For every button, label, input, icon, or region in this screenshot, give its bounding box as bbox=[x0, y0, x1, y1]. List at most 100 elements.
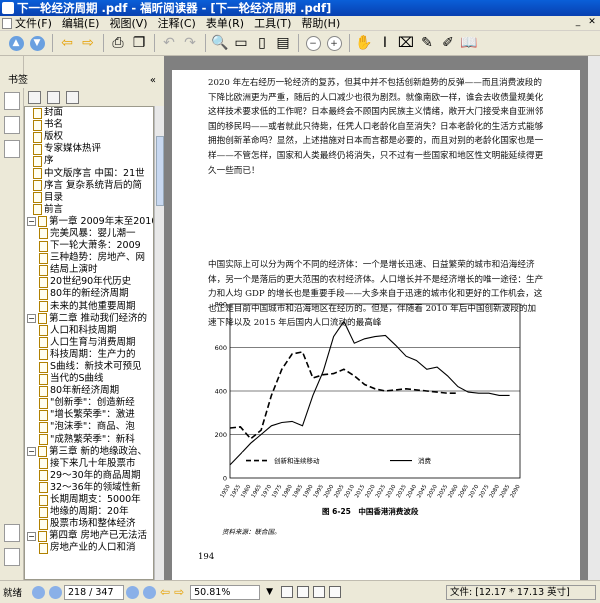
zoom-field[interactable]: 50.81% bbox=[190, 584, 261, 600]
menu-comment[interactable]: 注释(C) bbox=[158, 15, 196, 31]
document-scrollbar[interactable] bbox=[588, 56, 600, 580]
bookmark-item[interactable]: 未来的其他重要周期 bbox=[25, 301, 153, 313]
expand-bookmark-icon[interactable] bbox=[66, 90, 79, 104]
bookmark-item[interactable]: 科技周期：生产力的 bbox=[25, 349, 153, 361]
bookmark-label: S曲线：新技术可预见 bbox=[50, 361, 142, 373]
print-button[interactable]: ⎙ bbox=[108, 33, 128, 53]
fit-width-button[interactable]: ▯ bbox=[252, 33, 272, 53]
bookmark-item[interactable]: 房地产业的人口和消 bbox=[25, 542, 153, 554]
bookmark-item[interactable]: 目录 bbox=[25, 192, 153, 204]
comments-icon[interactable] bbox=[4, 548, 20, 566]
menu-view[interactable]: 视图(V) bbox=[109, 15, 147, 31]
page-number-field[interactable]: 218 / 347 bbox=[64, 584, 125, 600]
undo-button[interactable]: ↶ bbox=[159, 33, 179, 53]
bookmark-label: 前言 bbox=[44, 203, 64, 215]
scrollbar-thumb[interactable] bbox=[156, 136, 164, 206]
bookmark-item[interactable]: "增长繁荣季"：激进 bbox=[25, 409, 153, 421]
prev-page-button[interactable] bbox=[49, 585, 63, 599]
bookmark-item[interactable]: 80年新经济周期 bbox=[25, 385, 153, 397]
typewriter-button[interactable]: ✎ bbox=[417, 33, 437, 53]
bookmark-item[interactable]: S曲线：新技术可预见 bbox=[25, 361, 153, 373]
bookmark-item[interactable]: 接下来几十年股票市 bbox=[25, 458, 153, 470]
collapse-toggle-icon[interactable]: − bbox=[27, 314, 36, 324]
bookmark-item[interactable]: 32～36年的领域性新 bbox=[25, 482, 153, 494]
bookmark-item[interactable]: "创新季"：创造新经 bbox=[25, 397, 153, 409]
bookmark-item[interactable]: 前言 bbox=[25, 204, 153, 216]
forward-button[interactable]: ⇨ bbox=[78, 33, 98, 53]
continuous-icon[interactable] bbox=[297, 586, 310, 598]
bookmark-item[interactable]: − 第一章 2009年末至2010 bbox=[25, 216, 153, 228]
bookmark-item[interactable]: 完美风暴：婴儿潮一 bbox=[25, 228, 153, 240]
zoom-out-button[interactable]: − bbox=[303, 33, 323, 53]
forward-view-icon[interactable]: ⇨ bbox=[174, 585, 184, 599]
bookmark-item[interactable]: 书名 bbox=[25, 119, 153, 131]
snapshot-button[interactable]: ⌧ bbox=[396, 33, 416, 53]
bookmark-item[interactable]: − 第四章 房地产已无法活 bbox=[25, 530, 153, 542]
bookmark-item[interactable]: 长期周期支：5000年 bbox=[25, 494, 153, 506]
continuous-facing-icon[interactable] bbox=[329, 586, 342, 598]
menu-tools[interactable]: 工具(T) bbox=[254, 15, 291, 31]
collapse-toggle-icon[interactable]: − bbox=[27, 447, 36, 457]
menu-form[interactable]: 表单(R) bbox=[206, 15, 244, 31]
bookmark-button[interactable]: 📖 bbox=[459, 33, 479, 53]
bookmark-item[interactable]: − 第三章 新的地缘政治、 bbox=[25, 446, 153, 458]
bookmark-item[interactable]: 结局上演时 bbox=[25, 264, 153, 276]
bookmark-item[interactable]: 地缘的周期：20年 bbox=[25, 506, 153, 518]
menu-help[interactable]: 帮助(H) bbox=[301, 15, 340, 31]
highlight-button[interactable]: ✐ bbox=[438, 33, 458, 53]
bookmark-item[interactable]: 人口生育与消费周期 bbox=[25, 337, 153, 349]
scroll-up-button[interactable]: ▲ bbox=[6, 33, 26, 53]
menu-edit[interactable]: 编辑(E) bbox=[62, 15, 100, 31]
new-bookmark-icon[interactable] bbox=[47, 90, 60, 104]
bookmark-item[interactable]: 80年的新经济周期 bbox=[25, 288, 153, 300]
bookmark-item[interactable]: 29～30年的商品周期 bbox=[25, 470, 153, 482]
bookmark-item[interactable]: "泡沫季"：商品、泡 bbox=[25, 421, 153, 433]
collapse-toggle-icon[interactable]: − bbox=[27, 531, 36, 541]
bookmarks-tab-icon[interactable] bbox=[3, 92, 20, 110]
collapse-toggle-icon[interactable]: − bbox=[27, 217, 36, 227]
back-button[interactable]: ⇦ bbox=[57, 33, 77, 53]
book-icon: 📖 bbox=[460, 35, 478, 51]
delete-bookmark-icon[interactable] bbox=[28, 90, 41, 104]
collapse-pane-icon[interactable]: « bbox=[150, 74, 156, 88]
bookmark-item[interactable]: 版权 bbox=[25, 131, 153, 143]
bookmark-item[interactable]: 三种趋势：房地产、网 bbox=[25, 252, 153, 264]
minimize-icon[interactable]: _ bbox=[572, 17, 584, 29]
last-page-button[interactable] bbox=[143, 585, 157, 599]
bookmark-item[interactable]: 股票市场和整体经济 bbox=[25, 518, 153, 530]
bookmark-item[interactable]: 序 bbox=[25, 155, 153, 167]
fit-page-button[interactable]: ▭ bbox=[231, 33, 251, 53]
close-icon[interactable]: ✕ bbox=[586, 17, 598, 29]
bookmark-item[interactable]: 中文版序言 中国：21世 bbox=[25, 167, 153, 180]
bookmark-item[interactable]: 封面 bbox=[25, 107, 153, 119]
back-view-icon[interactable]: ⇦ bbox=[160, 585, 170, 599]
bookmark-scrollbar[interactable] bbox=[154, 106, 164, 580]
single-page-icon[interactable] bbox=[281, 586, 294, 598]
zoom-tool-button[interactable]: 🔍 bbox=[210, 33, 230, 53]
zoom-dropdown-icon[interactable]: ▼ bbox=[266, 587, 273, 597]
document-viewport[interactable]: 2020 年左右经历一轮经济的复苏，但其中并不包括创新趋势的反弹——而且消费波段… bbox=[164, 56, 600, 580]
hand-tool-button[interactable]: ✋ bbox=[354, 33, 374, 53]
bookmark-item[interactable]: 下一轮大萧条：2009 bbox=[25, 240, 153, 252]
layers-tab-icon[interactable] bbox=[3, 140, 20, 158]
bookmark-item[interactable]: − 第二章 推动我们经济的 bbox=[25, 313, 153, 325]
menu-file[interactable]: 文件(F) bbox=[15, 15, 52, 31]
next-page-button[interactable] bbox=[126, 585, 140, 599]
redo-button[interactable]: ↷ bbox=[180, 33, 200, 53]
bookmark-item[interactable]: 当代的S曲线 bbox=[25, 373, 153, 385]
select-text-button[interactable]: Ⅰ bbox=[375, 33, 395, 53]
bookmark-item[interactable]: 20世纪90年代历史 bbox=[25, 276, 153, 288]
copy-button[interactable]: ❐ bbox=[129, 33, 149, 53]
bookmark-item[interactable]: 专家媒体热评 bbox=[25, 143, 153, 155]
attachments-icon[interactable] bbox=[4, 524, 20, 542]
actual-size-button[interactable]: ▤ bbox=[273, 33, 293, 53]
bookmark-item[interactable]: "成熟繁荣季"：新科 bbox=[25, 434, 153, 446]
bookmark-item[interactable]: 人口和科技周期 bbox=[25, 325, 153, 337]
scroll-down-button[interactable]: ▼ bbox=[27, 33, 47, 53]
first-page-button[interactable] bbox=[32, 585, 46, 599]
minus-icon: − bbox=[305, 35, 321, 51]
facing-icon[interactable] bbox=[313, 586, 326, 598]
pages-tab-icon[interactable] bbox=[3, 116, 20, 134]
bookmark-item[interactable]: 序言 复杂系统背后的简 bbox=[25, 180, 153, 192]
zoom-in-button[interactable]: + bbox=[324, 33, 344, 53]
